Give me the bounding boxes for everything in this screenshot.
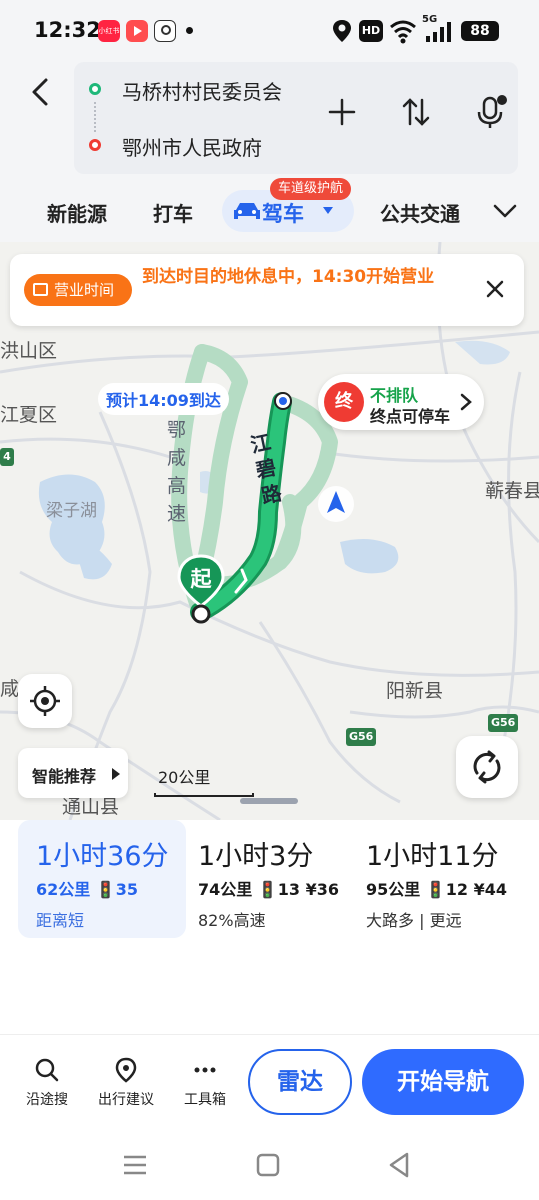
route-duration: 1小时3分 [198, 841, 314, 872]
route-map[interactable]: 洪山区 江夏区 梁子湖 蕲春县 阳新县 通山县 咸 鄂咸高速 G56 G56 4… [0, 242, 539, 820]
eta-label: 预计14:09到达 [98, 383, 229, 415]
origin-text: 马桥村村民委员会 [122, 80, 282, 104]
tab-new-energy[interactable]: 新能源 [47, 198, 107, 227]
toolbox-button[interactable]: 工具箱 [170, 1057, 240, 1117]
map-label-expressway: 鄂咸高速 [167, 419, 187, 525]
route-duration: 1小时36分 [36, 841, 169, 872]
map-label-qichun: 蕲春县 [485, 480, 539, 502]
map-label-yangxin: 阳新县 [386, 680, 444, 702]
wifi-icon [390, 20, 416, 44]
destination-marker-icon [274, 392, 292, 410]
car-icon [234, 203, 260, 219]
route-option-2[interactable]: 1小时3分 74公里 🚦13 ¥36 82%高速 [180, 820, 350, 938]
bottom-action-bar: 沿途搜 出行建议 工具箱 雷达 开始导航 [0, 1034, 539, 1130]
menu-icon[interactable] [120, 1150, 150, 1180]
voice-input-icon[interactable] [470, 92, 510, 132]
origin-field[interactable]: 马桥村村民委员会 [74, 64, 324, 112]
back-icon[interactable] [22, 72, 62, 112]
business-hours-notice: 营业时间 到达时目的地休息中，14:30开始营业 [10, 254, 524, 326]
close-icon[interactable] [482, 276, 508, 302]
caret-down-icon [323, 207, 333, 214]
smart-recommend-button[interactable]: 智能推荐 [18, 748, 128, 798]
route-meta: 95公里 🚦12 ¥44 [366, 880, 508, 899]
chevron-down-icon[interactable] [490, 196, 520, 226]
destination-card[interactable]: 终 不排队 终点可停车 [318, 374, 484, 430]
map-label-hongshan: 洪山区 [0, 340, 58, 362]
video-app-icon [126, 20, 148, 42]
destination-text: 鄂州市人民政府 [122, 136, 262, 160]
locate-button[interactable] [18, 674, 72, 728]
crosshair-icon [30, 686, 60, 716]
refresh-route-button[interactable] [456, 736, 518, 798]
system-navigation-bar [0, 1130, 539, 1200]
notification-dot-icon [186, 27, 193, 34]
route-duration: 1小时11分 [366, 841, 499, 872]
location-icon [333, 20, 351, 42]
route-meta: 74公里 🚦13 ¥36 [198, 880, 340, 899]
route-meta: 62公里 🚦35 [36, 880, 139, 899]
notice-text: 到达时目的地休息中，14:30开始营业 [142, 267, 435, 287]
xiaohongshu-app-icon: 小红书 [98, 20, 120, 42]
scale-label: 20公里 [158, 768, 211, 787]
mini-app-icon [154, 20, 176, 42]
signal-icon [426, 22, 451, 42]
destination-field[interactable]: 鄂州市人民政府 [74, 120, 324, 168]
home-icon[interactable] [253, 1150, 283, 1180]
current-location-icon [318, 486, 354, 522]
parking-text: 终点可停车 [370, 407, 451, 426]
search-along-route-button[interactable]: 沿途搜 [12, 1057, 82, 1117]
map-label-jiangxia: 江夏区 [0, 404, 58, 426]
tab-taxi[interactable]: 打车 [153, 198, 193, 227]
route-input-box: 马桥村村民委员会 鄂州市人民政府 [74, 62, 518, 174]
scale-bar [154, 793, 254, 797]
status-bar: 12:32 小红书 HD 5G 88 [0, 0, 539, 62]
destination-dot-icon [89, 139, 101, 151]
start-marker: 起 [176, 554, 226, 624]
route-tag: 82%高速 [198, 911, 266, 930]
map-pin-icon [115, 1057, 137, 1083]
radar-button[interactable]: 雷达 [248, 1049, 352, 1115]
business-hours-tag: 营业时间 [24, 274, 132, 306]
g56-shield: G56 [491, 716, 516, 729]
traffic-light-icon: 🚦 [257, 880, 278, 899]
play-icon [112, 768, 120, 780]
message-icon [33, 283, 48, 296]
more-icon [194, 1067, 216, 1073]
map-label-xianning: 咸 [0, 678, 20, 700]
route-options: 1小时36分 62公里 🚦35 距离短 1小时3分 74公里 🚦13 ¥36 8… [0, 820, 539, 940]
g56-shield: G56 [349, 730, 374, 743]
route-tag: 大路多 | 更远 [366, 911, 462, 930]
tab-drive-label: 驾车 [262, 202, 304, 226]
route-option-3[interactable]: 1小时11分 95公里 🚦12 ¥44 大路多 | 更远 [348, 820, 528, 938]
map-label-liangzihu: 梁子湖 [46, 501, 97, 521]
transport-mode-tabs: 新能源 打车 驾车 车道级护航 公共交通 [0, 178, 539, 242]
lane-guard-badge: 车道级护航 [270, 178, 352, 200]
battery-icon: 88 [461, 21, 499, 41]
swap-icon[interactable] [396, 92, 436, 132]
back-nav-icon[interactable] [385, 1150, 415, 1180]
search-icon [35, 1058, 59, 1082]
travel-advice-button[interactable]: 出行建议 [91, 1057, 161, 1117]
status-time: 12:32 [34, 18, 101, 42]
tab-public-transit[interactable]: 公共交通 [380, 198, 460, 227]
smart-recommend-label: 智能推荐 [32, 767, 97, 786]
map-base [0, 242, 539, 820]
start-navigation-button[interactable]: 开始导航 [362, 1049, 524, 1115]
route-header: 马桥村村民委员会 鄂州市人民政府 [0, 62, 539, 180]
traffic-light-icon: 🚦 [95, 880, 116, 899]
origin-dot-icon [89, 83, 101, 95]
start-badge: 起 [190, 567, 212, 591]
road-shield: 4 [3, 450, 11, 463]
route-tag: 距离短 [36, 911, 85, 930]
hd-icon: HD [359, 20, 383, 42]
chevron-right-icon [460, 393, 472, 411]
route-option-1[interactable]: 1小时36分 62公里 🚦35 距离短 [18, 820, 186, 938]
drag-handle[interactable] [240, 798, 298, 804]
add-waypoint-icon[interactable] [322, 92, 362, 132]
refresh-icon [473, 750, 501, 784]
traffic-light-icon: 🚦 [425, 880, 446, 899]
destination-badge: 终 [324, 382, 364, 422]
